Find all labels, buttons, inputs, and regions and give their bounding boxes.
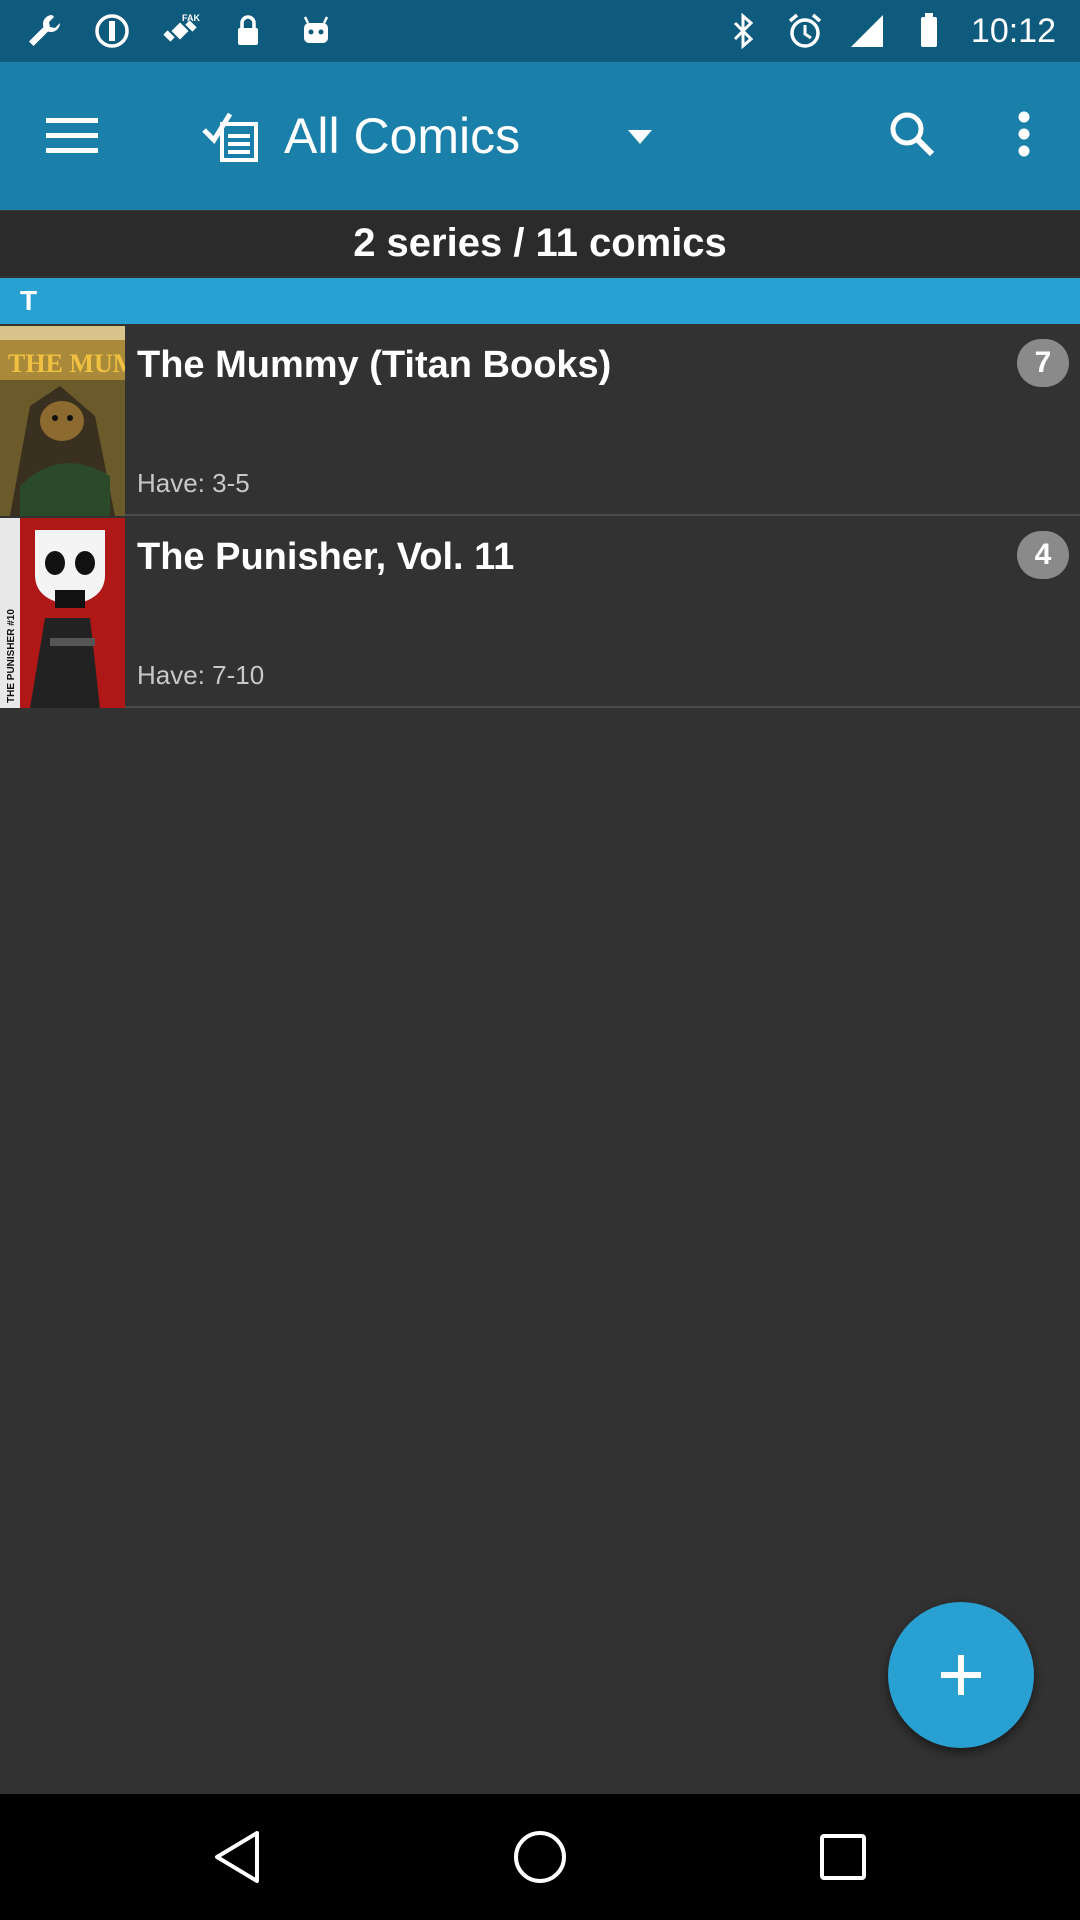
back-button[interactable]	[207, 1827, 267, 1887]
android-icon	[296, 11, 336, 51]
series-title: The Mummy (Titan Books)	[137, 344, 612, 386]
section-header: T	[0, 278, 1080, 324]
back-icon	[215, 1831, 259, 1883]
menu-button[interactable]	[40, 108, 104, 164]
search-button[interactable]	[880, 102, 944, 166]
bluetooth-icon	[723, 11, 763, 51]
status-left-icons: FAKE	[24, 11, 336, 51]
plus-icon	[941, 1655, 981, 1695]
status-time: 10:12	[970, 11, 1056, 50]
collection-summary: 2 series / 11 comics	[0, 210, 1080, 276]
series-have: Have: 3-5	[137, 468, 250, 498]
fake-gps-icon: FAKE	[160, 11, 200, 51]
recents-icon	[820, 1834, 866, 1880]
section-letter: T	[20, 285, 38, 316]
dropdown-arrow-icon[interactable]	[620, 122, 660, 152]
status-right-icons: 10:12	[723, 11, 1056, 51]
home-button[interactable]	[510, 1827, 570, 1887]
series-cover-image: THE MUMMY	[0, 326, 125, 516]
signal-icon	[847, 11, 887, 51]
alarm-icon	[785, 11, 825, 51]
battery-icon	[909, 11, 949, 51]
checklist-icon	[200, 104, 264, 168]
data-saver-icon	[92, 11, 132, 51]
series-row[interactable]: THE MUMMY The Mummy (Titan Books) Have: …	[0, 326, 1080, 516]
collection-selector[interactable]: All Comics	[200, 92, 520, 180]
status-bar: FAKE 10:12	[0, 0, 1080, 62]
series-cover-image: THE PUNISHER #10	[0, 518, 125, 708]
more-vert-icon	[1018, 111, 1030, 157]
search-icon	[890, 112, 935, 157]
svg-text:FAKE: FAKE	[182, 13, 200, 23]
series-row[interactable]: THE PUNISHER #10 The Punisher, Vol. 11 H…	[0, 518, 1080, 708]
wrench-icon	[24, 11, 64, 51]
navigation-bar	[0, 1794, 1080, 1920]
add-comic-button[interactable]	[888, 1602, 1034, 1748]
issue-count-badge: 4	[1017, 531, 1069, 579]
series-have: Have: 7-10	[137, 660, 265, 690]
summary-text: 2 series / 11 comics	[353, 221, 727, 265]
recents-button[interactable]	[813, 1827, 873, 1887]
lock-icon	[228, 11, 268, 51]
page-title: All Comics	[284, 108, 521, 164]
issue-count-badge: 7	[1017, 339, 1069, 387]
cover-1-title: THE MUMMY	[8, 349, 125, 378]
hamburger-icon	[46, 118, 98, 153]
home-icon	[514, 1831, 566, 1883]
cover-2-title: THE PUNISHER #10	[6, 609, 17, 703]
overflow-menu-button[interactable]	[1000, 102, 1048, 166]
series-title: The Punisher, Vol. 11	[137, 536, 515, 578]
app-bar: All Comics	[0, 62, 1080, 210]
